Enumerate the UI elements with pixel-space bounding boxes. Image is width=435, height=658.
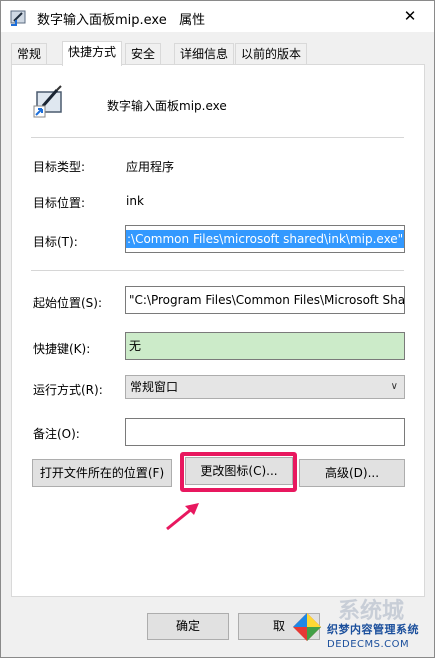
divider-top bbox=[31, 137, 404, 138]
app-name: 数字输入面板mip.exe bbox=[107, 99, 227, 113]
window-title: 数字输入面板mip.exe 属性 bbox=[37, 13, 206, 28]
run-select[interactable]: 常规窗口 ∨ bbox=[125, 375, 405, 399]
target-label: 目标(T): bbox=[33, 235, 78, 249]
target-type-value: 应用程序 bbox=[126, 160, 175, 174]
target-location-label: 目标位置: bbox=[33, 196, 86, 210]
chevron-down-icon: ∨ bbox=[390, 381, 398, 392]
ok-button[interactable]: 确定 bbox=[147, 613, 229, 640]
watermark-url: DEDECMS.COM bbox=[327, 639, 410, 650]
pointer-arrow-icon bbox=[166, 503, 199, 531]
title-bar: 数字输入面板mip.exe 属性 ✕ bbox=[1, 1, 434, 32]
close-icon[interactable]: ✕ bbox=[392, 3, 428, 29]
tab-security[interactable]: 安全 bbox=[125, 43, 162, 65]
shortcut-key-input[interactable]: 无 bbox=[125, 332, 405, 360]
comment-input[interactable] bbox=[125, 418, 405, 446]
comment-label: 备注(O): bbox=[33, 427, 80, 441]
start-in-label: 起始位置(S): bbox=[33, 296, 103, 310]
start-in-input[interactable]: "C:\Program Files\Common Files\Microsoft… bbox=[125, 286, 405, 314]
divider-middle bbox=[31, 270, 404, 271]
target-type-label: 目标类型: bbox=[33, 160, 86, 174]
tab-previous-versions[interactable]: 以前的版本 bbox=[235, 43, 308, 65]
target-location-value: ink bbox=[126, 194, 144, 208]
highlight-box bbox=[180, 452, 297, 492]
watermark-text: 织梦内容管理系统 bbox=[327, 623, 419, 636]
open-file-location-button[interactable]: 打开文件所在的位置(F) bbox=[32, 459, 172, 487]
shortcut-key-label: 快捷键(K): bbox=[33, 342, 91, 356]
target-input-value: :\Common Files\microsoft shared\ink\mip.… bbox=[126, 230, 404, 248]
tab-details[interactable]: 详细信息 bbox=[174, 43, 235, 65]
advanced-button[interactable]: 高级(D)... bbox=[299, 459, 405, 487]
target-input[interactable]: :\Common Files\microsoft shared\ink\mip.… bbox=[125, 225, 405, 253]
tab-general[interactable]: 常规 bbox=[11, 43, 48, 65]
tab-shortcut[interactable]: 快捷方式 bbox=[62, 41, 123, 66]
run-label: 运行方式(R): bbox=[33, 383, 103, 397]
properties-window: 数字输入面板mip.exe 属性 ✕ 常规 快捷方式 安全 详细信息 以前的版本… bbox=[0, 0, 435, 658]
shortcut-app-icon bbox=[10, 10, 26, 26]
pen-tablet-shortcut-icon bbox=[33, 85, 62, 118]
shortcut-panel bbox=[11, 64, 425, 597]
run-select-value: 常规窗口 bbox=[130, 380, 179, 394]
